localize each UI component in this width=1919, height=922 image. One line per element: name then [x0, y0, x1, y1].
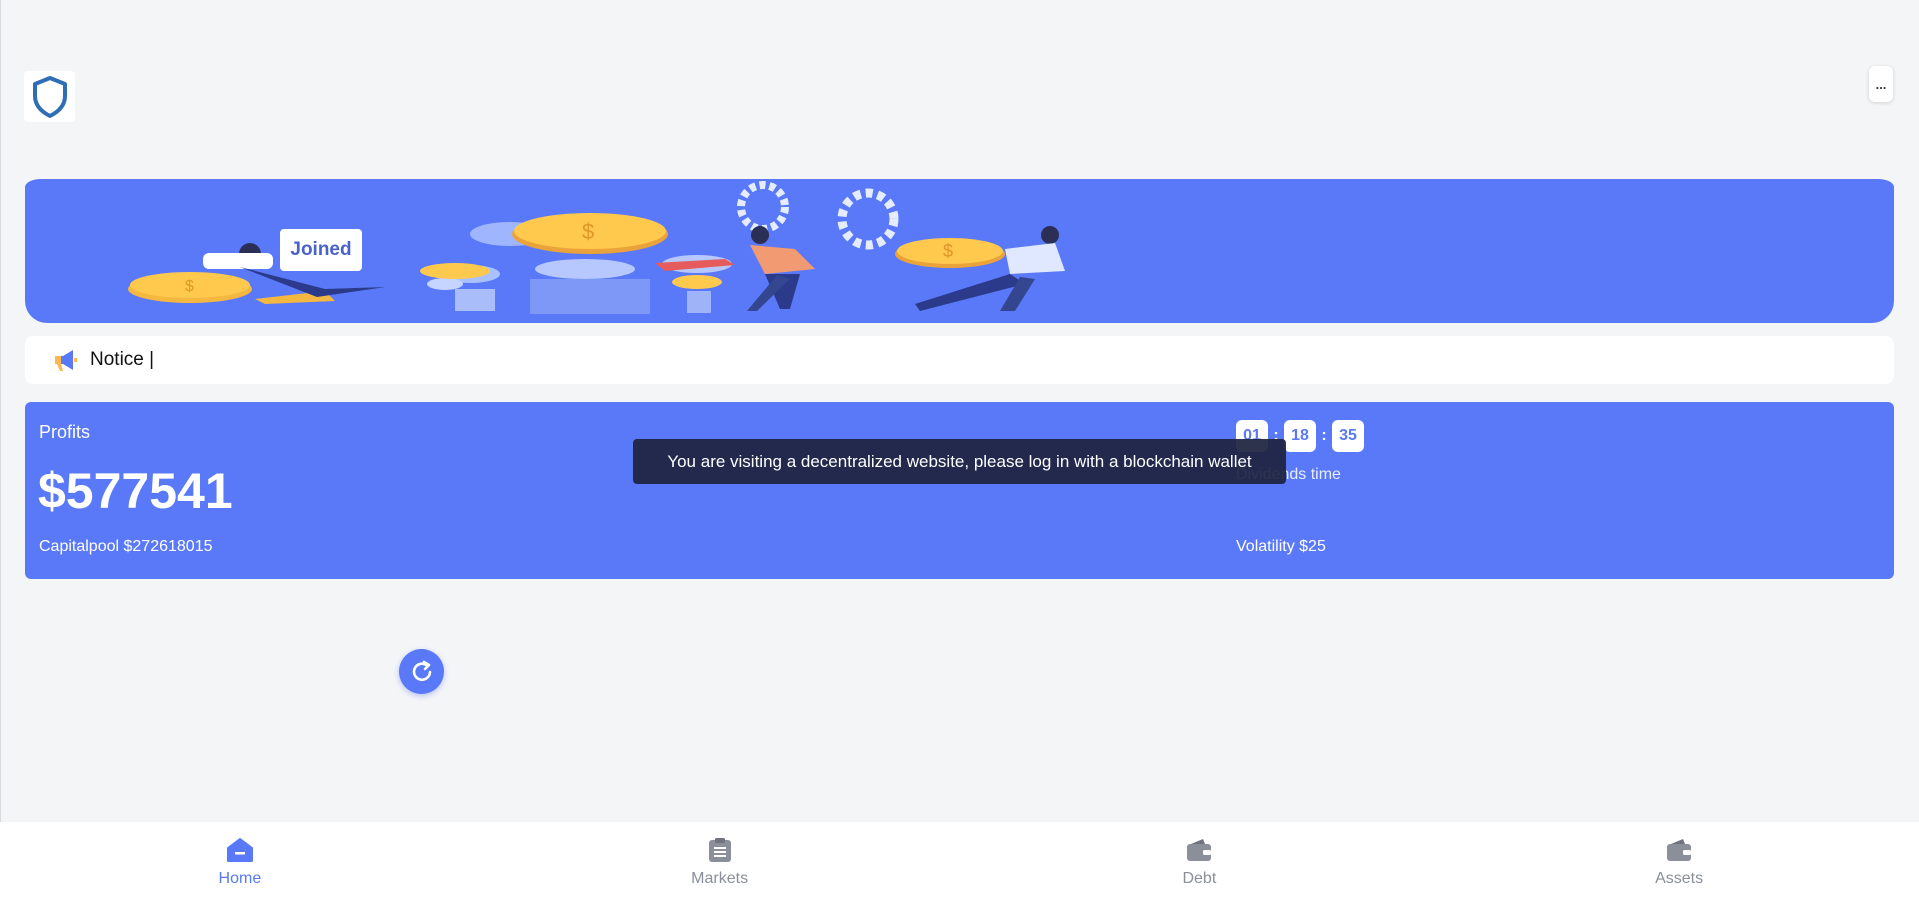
nav-home[interactable]: Home — [0, 822, 480, 922]
profits-label: Profits — [39, 422, 91, 442]
volatility-value: Volatility $25 — [1236, 538, 1326, 555]
refresh-button[interactable] — [399, 649, 444, 694]
svg-text:$: $ — [582, 219, 594, 244]
megaphone-icon — [51, 346, 79, 374]
toast-message: You are visiting a decentralized website… — [633, 439, 1286, 484]
wallet-icon — [1185, 836, 1213, 864]
home-icon — [226, 836, 254, 864]
refresh-icon — [412, 660, 431, 681]
notice-bar: Notice | — [25, 336, 1894, 384]
profits-amount: $577541 — [38, 463, 233, 519]
window-edge — [0, 0, 1, 922]
svg-text:$: $ — [943, 241, 953, 261]
profits-card: Profits $577541 Capitalpool $272618015 0… — [25, 402, 1894, 579]
nav-markets-label: Markets — [691, 870, 749, 887]
notice-text: Notice | — [90, 349, 155, 370]
joined-button[interactable]: Joined — [280, 229, 362, 271]
nav-markets[interactable]: Markets — [480, 822, 960, 922]
nav-debt[interactable]: Debt — [960, 822, 1440, 922]
clipboard-icon — [706, 836, 734, 864]
nav-assets[interactable]: Assets — [1439, 822, 1919, 922]
nav-debt-label: Debt — [1182, 870, 1217, 887]
app-logo[interactable] — [24, 71, 75, 122]
shield-icon — [32, 75, 67, 118]
capitalpool-value: Capitalpool $272618015 — [39, 538, 213, 555]
wallet-icon — [1665, 836, 1693, 864]
more-button[interactable]: ... — [1869, 66, 1893, 102]
svg-text:$: $ — [185, 278, 194, 295]
timer-minutes: 18 — [1284, 420, 1316, 452]
timer-seconds: 35 — [1332, 420, 1364, 452]
timer-separator: : — [1321, 427, 1327, 444]
bottom-navigation: Home Markets Debt Assets — [0, 822, 1919, 922]
nav-assets-label: Assets — [1655, 870, 1704, 887]
nav-home-label: Home — [218, 870, 262, 887]
